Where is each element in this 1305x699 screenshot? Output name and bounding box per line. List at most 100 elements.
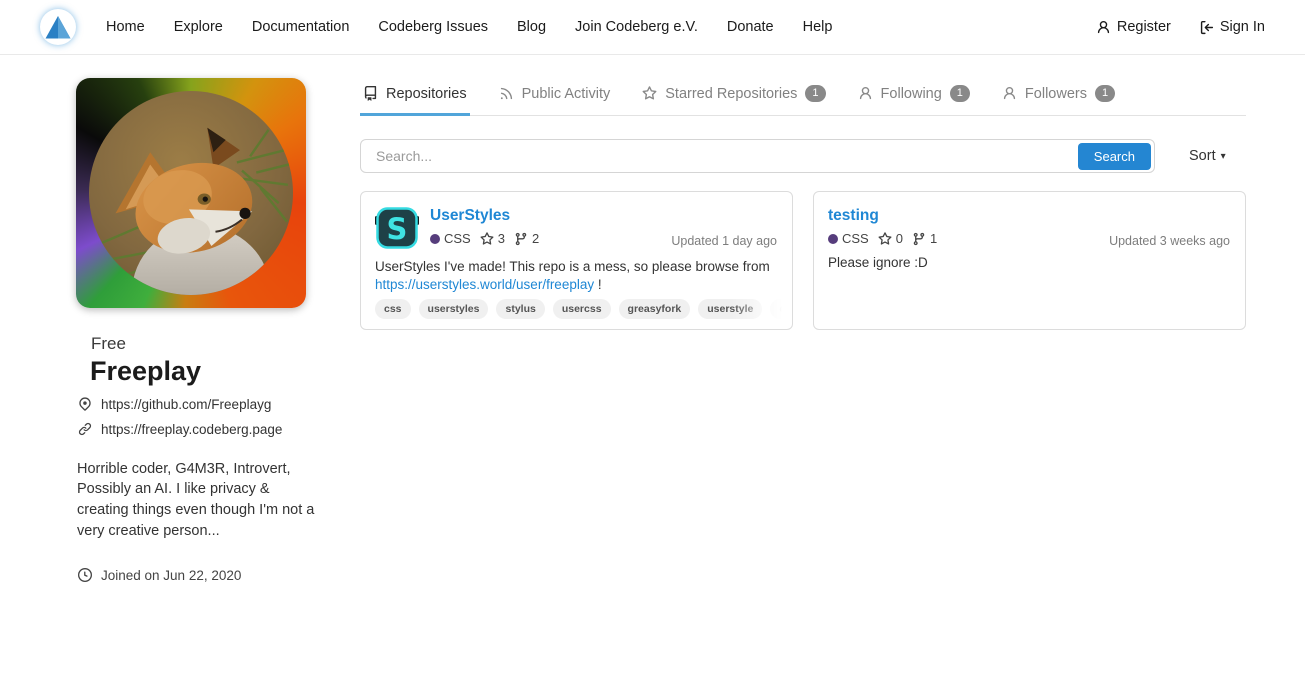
description-link[interactable]: https://userstyles.world/user/freeplay (375, 277, 594, 292)
nav-codeberg-issues[interactable]: Codeberg Issues (378, 19, 488, 35)
followers-count-badge: 1 (1095, 85, 1115, 102)
updated-timestamp: Updated 3 weeks ago (1109, 234, 1230, 248)
display-name: Free (91, 334, 326, 354)
repo-name-link[interactable]: testing (828, 207, 879, 225)
repo-card-testing: testing CSS 0 1 (813, 191, 1246, 330)
joined-text: Joined on Jun 22, 2020 (101, 568, 241, 583)
fox-illustration (89, 91, 293, 295)
fork-count: 1 (930, 231, 937, 246)
profile-tabs: Repositories Public Activity Starred Rep… (360, 78, 1246, 116)
language-item: CSS (828, 231, 869, 246)
language-item: CSS (430, 231, 471, 246)
forks-item[interactable]: 1 (912, 231, 937, 246)
description-text: UserStyles I've made! This repo is a mes… (375, 259, 770, 274)
page-body: Free Freeplay https://github.com/Freepla… (0, 55, 1305, 583)
nav-explore[interactable]: Explore (174, 19, 223, 35)
tab-label: Followers (1025, 86, 1087, 102)
updated-timestamp: Updated 1 day ago (671, 234, 777, 248)
nav-join-codeberg[interactable]: Join Codeberg e.V. (575, 19, 698, 35)
nav-documentation[interactable]: Documentation (252, 19, 350, 35)
language-dot (828, 234, 838, 244)
language-dot (430, 234, 440, 244)
person-icon (858, 86, 873, 101)
tab-public-activity[interactable]: Public Activity (496, 78, 614, 116)
description-text: Please ignore :D (828, 255, 928, 270)
nav-blog[interactable]: Blog (517, 19, 546, 35)
forks-item[interactable]: 2 (514, 231, 539, 246)
repo-search-row: Search Sort ▾ (360, 139, 1246, 173)
location-text[interactable]: https://github.com/Freeplayg (101, 397, 271, 412)
repo-list: S UserStyles CSS 3 (360, 191, 1246, 330)
profile-sidebar: Free Freeplay https://github.com/Freepla… (76, 78, 326, 583)
star-icon (480, 232, 494, 246)
repo-card-userstyles: S UserStyles CSS 3 (360, 191, 793, 330)
register-label: Register (1117, 19, 1171, 35)
nav-home[interactable]: Home (106, 19, 145, 35)
tab-following[interactable]: Following 1 (855, 78, 973, 116)
clock-icon (78, 568, 92, 582)
topic-tag[interactable]: cascading-style-sheets (770, 299, 791, 319)
main-nav: Home Explore Documentation Codeberg Issu… (106, 18, 832, 36)
search-button[interactable]: Search (1078, 143, 1151, 170)
sign-in-icon (1199, 20, 1214, 35)
tab-starred-repositories[interactable]: Starred Repositories 1 (639, 78, 828, 116)
sort-dropdown[interactable]: Sort ▾ (1189, 148, 1226, 164)
svg-text:S: S (387, 212, 408, 246)
search-box: Search (360, 139, 1155, 173)
location-pin-icon (78, 397, 92, 411)
signin-button[interactable]: Sign In (1199, 19, 1265, 35)
topic-tag[interactable]: stylus (496, 299, 544, 319)
stars-item[interactable]: 3 (480, 231, 505, 246)
auth-links: Register Sign In (1096, 19, 1265, 35)
top-navbar: Home Explore Documentation Codeberg Issu… (0, 0, 1305, 55)
fox-photo (89, 91, 293, 295)
following-count-badge: 1 (950, 85, 970, 102)
user-bio: Horrible coder, G4M3R, Introvert, Possib… (77, 459, 317, 542)
fork-count: 2 (532, 231, 539, 246)
sort-label: Sort (1189, 148, 1216, 164)
repo-description: UserStyles I've made! This repo is a mes… (375, 258, 778, 294)
register-button[interactable]: Register (1096, 19, 1171, 35)
joined-row: Joined on Jun 22, 2020 (78, 568, 326, 583)
website-row: https://freeplay.codeberg.page (78, 422, 326, 437)
website-text[interactable]: https://freeplay.codeberg.page (101, 422, 282, 437)
nav-help[interactable]: Help (803, 19, 833, 35)
description-suffix: ! (598, 277, 602, 292)
topic-list: css userstyles stylus usercss greasyfork… (375, 299, 791, 319)
nav-donate[interactable]: Donate (727, 19, 774, 35)
person-icon (1002, 86, 1017, 101)
codeberg-logo[interactable] (40, 9, 76, 45)
tab-label: Public Activity (522, 86, 611, 102)
tab-label: Repositories (386, 86, 467, 102)
tab-repositories[interactable]: Repositories (360, 78, 470, 116)
star-icon (878, 232, 892, 246)
repo-name-link[interactable]: UserStyles (430, 207, 510, 225)
stylus-logo-icon[interactable]: S (375, 206, 419, 250)
git-fork-icon (514, 232, 528, 246)
location-row: https://github.com/Freeplayg (78, 397, 326, 412)
repo-meta: CSS 3 2 (430, 231, 539, 246)
star-icon (642, 86, 657, 101)
topic-tag[interactable]: userstyles (419, 299, 489, 319)
mountain-icon (40, 9, 76, 45)
tab-label: Following (881, 86, 942, 102)
tab-label: Starred Repositories (665, 86, 797, 102)
star-count: 0 (896, 231, 903, 246)
person-icon (1096, 20, 1111, 35)
language-label: CSS (842, 231, 869, 246)
topic-tag[interactable]: greasyfork (619, 299, 691, 319)
git-fork-icon (912, 232, 926, 246)
star-count: 3 (498, 231, 505, 246)
search-input[interactable] (364, 148, 1078, 164)
signin-label: Sign In (1220, 19, 1265, 35)
repo-icon (363, 86, 378, 101)
topic-tag[interactable]: usercss (553, 299, 611, 319)
starred-count-badge: 1 (805, 85, 825, 102)
topic-tag[interactable]: css (375, 299, 411, 319)
tab-followers[interactable]: Followers 1 (999, 78, 1118, 116)
chevron-down-icon: ▾ (1221, 151, 1226, 162)
user-avatar[interactable] (76, 78, 306, 308)
stars-item[interactable]: 0 (878, 231, 903, 246)
link-icon (78, 422, 92, 436)
topic-tag[interactable]: userstyle (698, 299, 762, 319)
